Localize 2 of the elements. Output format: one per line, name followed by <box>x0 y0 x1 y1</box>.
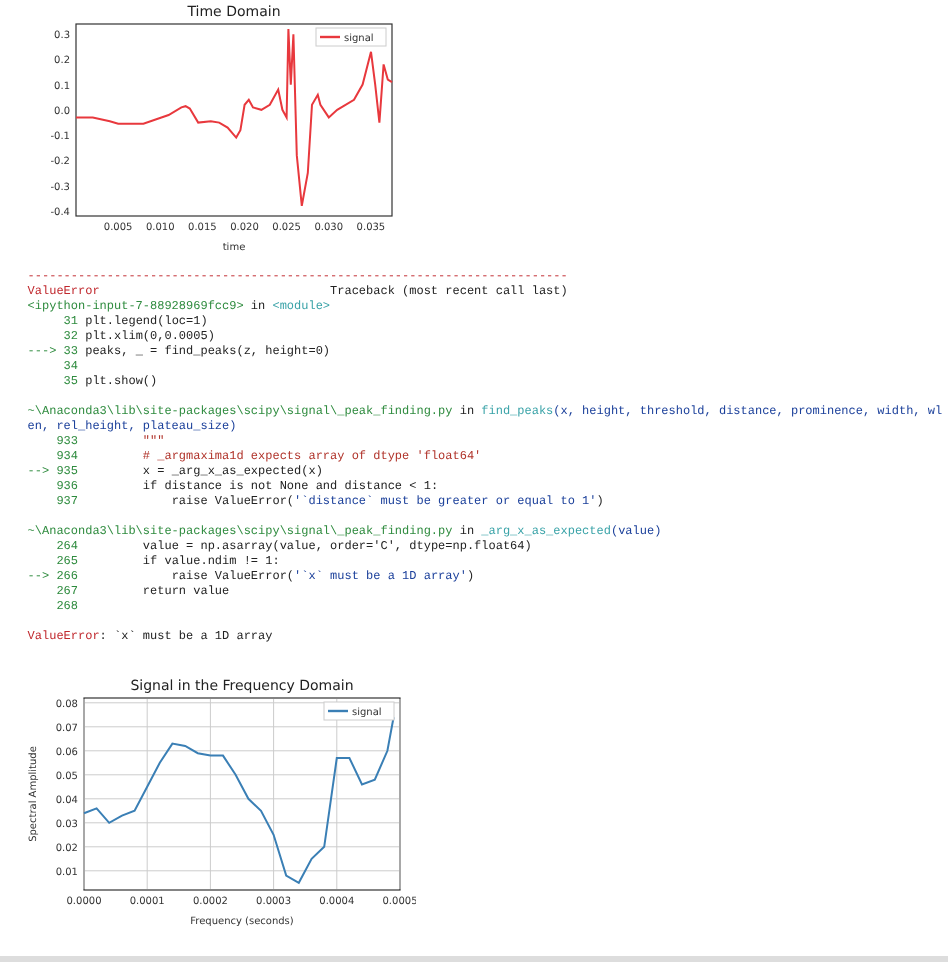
legend-box <box>315 27 387 47</box>
legend-box <box>323 701 395 721</box>
